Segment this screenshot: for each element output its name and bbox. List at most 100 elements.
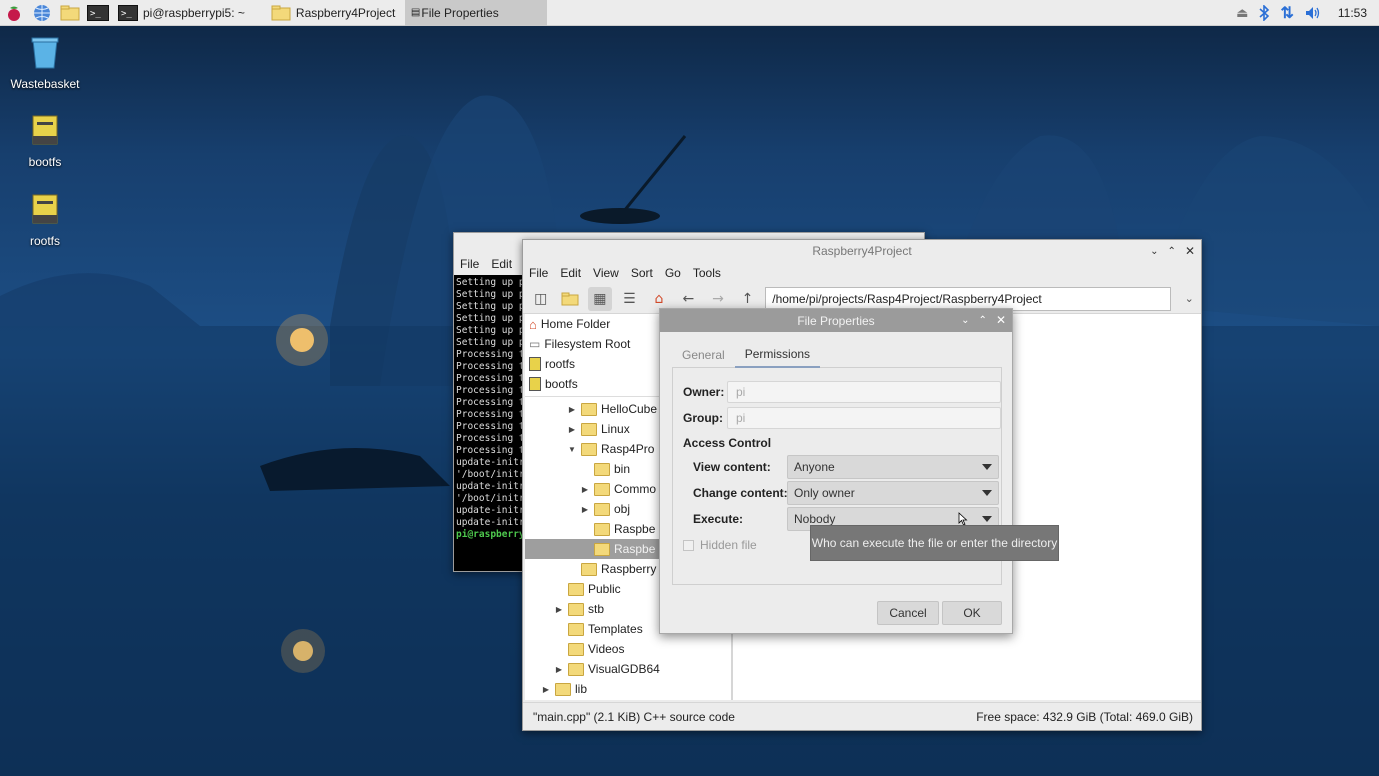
eject-icon[interactable]: ⏏ bbox=[1236, 5, 1248, 21]
tree-item-label: Public bbox=[588, 582, 621, 596]
tree-item[interactable]: Videos bbox=[525, 639, 731, 659]
expand-arrow-icon[interactable]: ▶ bbox=[554, 665, 564, 674]
home-icon[interactable]: ⌂ bbox=[647, 287, 671, 311]
path-text: /home/pi/projects/Rasp4Project/Raspberry… bbox=[772, 291, 1042, 306]
menu-sort[interactable]: Sort bbox=[631, 266, 653, 280]
ok-button[interactable]: OK bbox=[942, 601, 1002, 625]
owner-field[interactable]: pi bbox=[727, 381, 1001, 403]
place-label: bootfs bbox=[545, 377, 578, 391]
tab-permissions[interactable]: Permissions bbox=[734, 342, 821, 368]
svg-text:>_: >_ bbox=[121, 9, 132, 19]
web-browser-icon[interactable] bbox=[28, 0, 56, 26]
change-content-select[interactable]: Only owner bbox=[787, 481, 999, 505]
tab-general[interactable]: General bbox=[672, 342, 735, 368]
folder-icon bbox=[568, 642, 584, 656]
execute-label: Execute: bbox=[693, 512, 744, 526]
task-terminal[interactable]: >_ pi@raspberrypi5: ~ bbox=[112, 0, 251, 26]
menu-file[interactable]: File bbox=[529, 266, 548, 280]
expand-arrow-icon[interactable]: ▶ bbox=[541, 685, 551, 694]
new-folder-icon[interactable] bbox=[559, 287, 583, 311]
desktop-icon-label: rootfs bbox=[29, 234, 60, 248]
hidden-file-label: Hidden file bbox=[700, 538, 757, 552]
list-view-icon[interactable]: ☰ bbox=[618, 287, 642, 311]
home-icon: ⌂ bbox=[529, 316, 537, 332]
folder-icon bbox=[568, 662, 584, 676]
icon-view-icon[interactable]: ▦ bbox=[588, 286, 612, 311]
mouse-cursor-icon bbox=[958, 512, 968, 526]
tree-item-label: Templates bbox=[588, 622, 643, 636]
expand-arrow-icon[interactable]: ▶ bbox=[567, 425, 577, 434]
back-arrow-icon[interactable]: ← bbox=[677, 287, 701, 311]
harddisk-icon: ▭ bbox=[529, 337, 541, 351]
maximize-icon[interactable]: ⌃ bbox=[1168, 246, 1176, 257]
view-content-label: View content: bbox=[693, 460, 771, 474]
desktop-icon-wastebasket[interactable]: Wastebasket bbox=[5, 36, 85, 91]
tree-item-label: obj bbox=[614, 502, 631, 516]
folder-icon bbox=[594, 482, 610, 496]
tree-item-label: Raspberry bbox=[601, 562, 657, 576]
hidden-file-checkbox[interactable]: Hidden file bbox=[683, 538, 757, 552]
minimize-icon[interactable]: ⌄ bbox=[1150, 246, 1158, 257]
menu-tools[interactable]: Tools bbox=[693, 266, 721, 280]
expand-arrow-icon[interactable]: ▶ bbox=[580, 505, 590, 514]
status-selection: "main.cpp" (2.1 KiB) C++ source code bbox=[533, 709, 735, 724]
file-manager-menubar: File Edit View Sort Go Tools bbox=[523, 262, 1201, 284]
terminal-icon: >_ bbox=[118, 4, 138, 21]
close-icon[interactable]: ✕ bbox=[1185, 244, 1195, 258]
forward-arrow-icon[interactable]: → bbox=[706, 287, 730, 311]
place-label: Home Folder bbox=[540, 317, 611, 331]
collapse-arrow-icon[interactable]: ▼ bbox=[567, 445, 577, 454]
folder-icon bbox=[594, 522, 610, 536]
expand-arrow-icon[interactable]: ▶ bbox=[554, 605, 564, 614]
file-manager-icon[interactable] bbox=[56, 0, 84, 26]
chevron-down-icon bbox=[982, 490, 992, 496]
chevron-down-icon bbox=[982, 516, 992, 522]
task-file-manager[interactable]: Raspberry4Project bbox=[265, 0, 405, 26]
tree-item-label: stb bbox=[588, 602, 605, 616]
path-input[interactable]: /home/pi/projects/Rasp4Project/Raspberry… bbox=[765, 286, 1172, 311]
expand-arrow-icon[interactable]: ▶ bbox=[580, 485, 590, 494]
file-manager-titlebar[interactable]: Raspberry4Project ⌄ ⌃ ✕ bbox=[523, 240, 1201, 262]
task-label: Raspberry4Project bbox=[295, 5, 396, 20]
bluetooth-icon[interactable] bbox=[1258, 5, 1270, 21]
expand-arrow-icon[interactable]: ▶ bbox=[567, 405, 577, 414]
svg-text:>_: >_ bbox=[90, 9, 101, 19]
terminal-icon[interactable]: >_ bbox=[84, 0, 112, 26]
desktop-icon-label: Wastebasket bbox=[10, 77, 80, 91]
cancel-button[interactable]: Cancel bbox=[877, 601, 939, 625]
sidebar-toggle-icon[interactable]: ◫ bbox=[529, 287, 553, 311]
folder-icon bbox=[568, 622, 584, 636]
menu-go[interactable]: Go bbox=[665, 266, 681, 280]
tree-item[interactable]: ▶ lib bbox=[525, 679, 731, 699]
chevron-down-icon bbox=[982, 464, 992, 470]
menu-edit[interactable]: Edit bbox=[491, 257, 512, 271]
window-icon: ▤ bbox=[410, 7, 421, 18]
menu-edit[interactable]: Edit bbox=[560, 266, 581, 280]
menu-file[interactable]: File bbox=[460, 257, 479, 271]
access-control-heading: Access Control bbox=[683, 436, 772, 450]
desktop-icon-bootfs[interactable]: bootfs bbox=[5, 114, 85, 169]
close-icon[interactable]: ✕ bbox=[996, 313, 1006, 327]
network-icon[interactable]: ⇅ bbox=[1280, 3, 1293, 23]
clock[interactable]: 11:53 bbox=[1338, 6, 1367, 20]
folder-icon bbox=[581, 422, 597, 436]
volume-icon[interactable] bbox=[1304, 5, 1322, 21]
file-properties-dialog: File Properties ⌄ ⌃ ✕ General Permission… bbox=[659, 308, 1013, 634]
change-content-value: Only owner bbox=[794, 486, 855, 500]
task-file-properties[interactable]: ▤ File Properties bbox=[404, 0, 547, 26]
dialog-titlebar[interactable]: File Properties ⌄ ⌃ ✕ bbox=[660, 309, 1012, 332]
view-content-select[interactable]: Anyone bbox=[787, 455, 999, 479]
path-dropdown-icon[interactable]: ⌄ bbox=[1177, 287, 1201, 311]
up-arrow-icon[interactable]: ↑ bbox=[736, 287, 760, 311]
desktop-icon-rootfs[interactable]: rootfs bbox=[5, 193, 85, 248]
status-free-space: Free space: 432.9 GiB (Total: 469.0 GiB) bbox=[976, 709, 1193, 724]
raspberry-menu-icon[interactable] bbox=[0, 0, 28, 26]
minimize-icon[interactable]: ⌄ bbox=[961, 315, 969, 326]
tree-item[interactable]: ▶ VisualGDB64 bbox=[525, 659, 731, 679]
menu-view[interactable]: View bbox=[593, 266, 619, 280]
maximize-icon[interactable]: ⌃ bbox=[979, 315, 987, 326]
folder-icon bbox=[581, 402, 597, 416]
group-field[interactable]: pi bbox=[727, 407, 1001, 429]
dialog-title: File Properties bbox=[797, 313, 875, 328]
owner-value: pi bbox=[736, 385, 746, 399]
